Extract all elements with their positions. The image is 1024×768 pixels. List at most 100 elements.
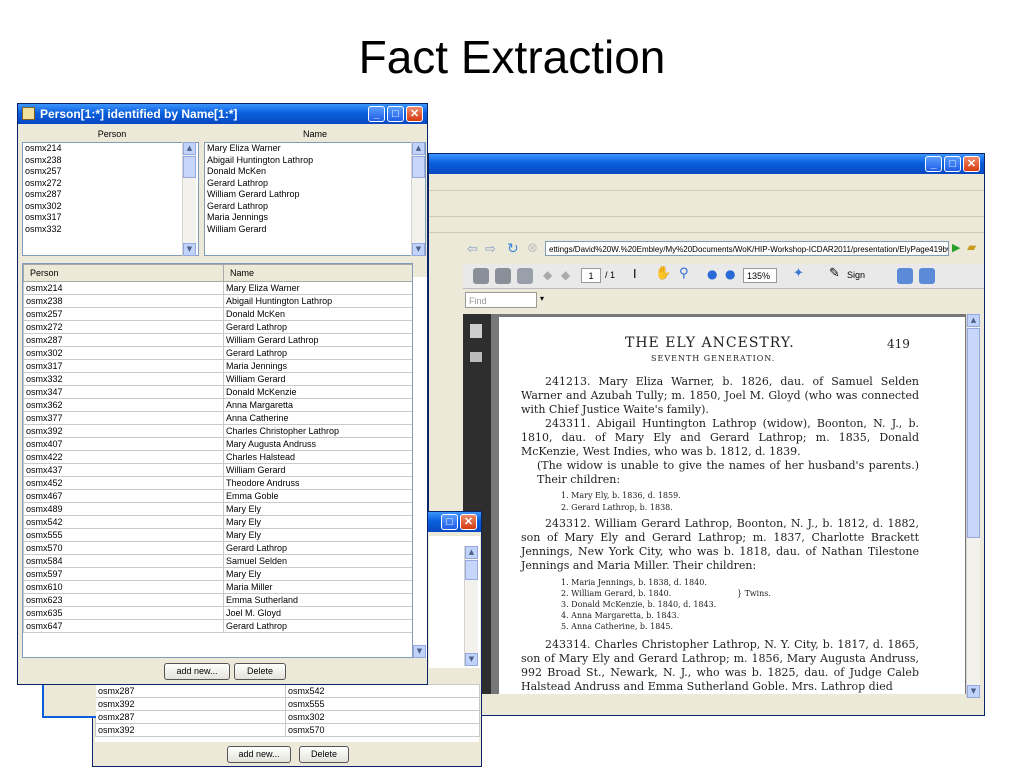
sign-button[interactable]: Sign (847, 270, 865, 280)
add-new-button[interactable]: add new... (164, 663, 230, 680)
table-cell[interactable]: osmx467 (23, 489, 224, 503)
list-item[interactable]: Gerard Lathrop (205, 178, 425, 190)
scroll-down-icon[interactable]: ▼ (412, 243, 425, 256)
table-row[interactable]: osmx287 osmx302 (95, 710, 480, 724)
table-cell[interactable]: osmx257 (23, 307, 224, 321)
table-cell[interactable]: osmx542 (23, 515, 224, 529)
person-list-scrollbar[interactable]: ▲ ▼ (182, 142, 196, 256)
pdf-window-titlebar[interactable]: _ □ ✕ (429, 154, 984, 174)
table-cell[interactable]: osmx332 (23, 372, 224, 386)
table-cell[interactable]: Joel M. Gloyd (223, 606, 412, 620)
list-item[interactable]: Gerard Lathrop (205, 201, 425, 213)
table-cell[interactable]: osmx347 (23, 385, 224, 399)
table-row[interactable]: osmx287 William Gerard Lathrop (23, 333, 412, 347)
table-cell[interactable]: Gerard Lathrop (223, 619, 412, 633)
table-cell[interactable]: osmx623 (23, 593, 224, 607)
delete-button[interactable]: Delete (299, 746, 349, 763)
table-row[interactable]: osmx555 Mary Ely (23, 528, 412, 542)
list-item[interactable]: Donald McKen (205, 166, 425, 178)
table-row[interactable]: osmx257 Donald McKen (23, 307, 412, 321)
table-cell[interactable]: osmx422 (23, 450, 224, 464)
table-cell[interactable]: Anna Margaretta (223, 398, 412, 412)
table-cell[interactable]: Mary Augusta Andruss (223, 437, 412, 451)
table-cell[interactable]: Gerard Lathrop (223, 346, 412, 360)
forward-icon[interactable]: ⇨ (485, 242, 496, 257)
table-cell[interactable]: Charles Halstead (223, 450, 412, 464)
table-cell[interactable]: Anna Catherine (223, 411, 412, 425)
table-cell[interactable]: osmx214 (23, 281, 224, 295)
table-cell[interactable]: Mary Ely (223, 528, 412, 542)
table-cell[interactable]: osmx570 (285, 723, 480, 737)
table-cell[interactable]: osmx377 (23, 411, 224, 425)
close-button[interactable]: ✕ (460, 514, 477, 530)
zoom-in-icon[interactable]: ● (725, 267, 735, 281)
scroll-down-icon[interactable]: ▼ (967, 685, 980, 698)
scroll-thumb[interactable] (183, 156, 196, 178)
name-list[interactable]: Mary Eliza Warner Abigail Huntington Lath… (204, 142, 426, 256)
table-row[interactable]: osmx452 Theodore Andruss (23, 476, 412, 490)
table-cell[interactable]: osmx407 (23, 437, 224, 451)
table-cell[interactable]: Mary Ely (223, 515, 412, 529)
table-cell[interactable]: William Gerard Lathrop (223, 333, 412, 347)
pages-panel-icon[interactable] (470, 324, 482, 338)
name-list-scrollbar[interactable]: ▲ ▼ (411, 142, 425, 256)
table-cell[interactable]: William Gerard (223, 463, 412, 477)
scroll-up-icon[interactable]: ▲ (412, 142, 425, 155)
table-scrollbar[interactable]: ▼ (413, 277, 427, 658)
table-row[interactable]: osmx392 osmx570 (95, 723, 480, 737)
table-cell[interactable]: Maria Miller (223, 580, 412, 594)
table-cell[interactable]: osmx489 (23, 502, 224, 516)
scroll-up-icon[interactable]: ▲ (967, 314, 980, 327)
list-item[interactable]: Maria Jennings (205, 212, 425, 224)
table-cell[interactable]: osmx287 (95, 684, 286, 698)
table-cell[interactable]: osmx287 (95, 710, 286, 724)
document-scrollbar[interactable]: ▲ ▼ (966, 314, 980, 698)
table-row[interactable]: osmx570 Gerard Lathrop (23, 541, 412, 555)
table-cell[interactable]: osmx555 (23, 528, 224, 542)
page-number-input[interactable]: 1 (581, 268, 601, 283)
table-row[interactable]: osmx635 Joel M. Gloyd (23, 606, 412, 620)
table-cell[interactable]: osmx542 (285, 684, 480, 698)
relationship-window-titlebar[interactable]: □ ✕ (425, 512, 481, 532)
table-cell[interactable]: Gerard Lathrop (223, 541, 412, 555)
maximize-button[interactable]: □ (387, 106, 404, 122)
table-row[interactable]: osmx272 Gerard Lathrop (23, 320, 412, 334)
list-item[interactable]: osmx302 (23, 201, 198, 213)
minimize-button[interactable]: _ (368, 106, 385, 122)
next-page-icon[interactable]: ◆ (561, 268, 570, 282)
email-icon[interactable] (517, 268, 533, 284)
zoom-out-icon[interactable]: ● (707, 267, 717, 281)
table-cell[interactable]: osmx452 (23, 476, 224, 490)
maximize-button[interactable]: □ (944, 156, 961, 172)
table-row[interactable]: osmx377 Anna Catherine (23, 411, 412, 425)
table-cell[interactable]: osmx597 (23, 567, 224, 581)
table-cell[interactable]: osmx570 (23, 541, 224, 555)
table-cell[interactable]: osmx362 (23, 398, 224, 412)
table-row[interactable]: osmx647 Gerard Lathrop (23, 619, 412, 633)
find-dropdown-icon[interactable]: ▾ (540, 294, 544, 303)
select-tool-icon[interactable]: I (633, 267, 637, 281)
table-cell[interactable]: osmx555 (285, 697, 480, 711)
hand-tool-icon[interactable]: ✋ (655, 266, 671, 281)
table-row[interactable]: osmx392 osmx555 (95, 697, 480, 711)
table-cell[interactable]: Mary Ely (223, 502, 412, 516)
table-row[interactable]: osmx467 Emma Goble (23, 489, 412, 503)
prev-page-icon[interactable]: ◆ (543, 268, 552, 282)
list-item[interactable]: Mary Eliza Warner (205, 143, 425, 155)
table-row[interactable]: osmx422 Charles Halstead (23, 450, 412, 464)
list-item[interactable]: Abigail Huntington Lathrop (205, 155, 425, 167)
table-cell[interactable]: osmx317 (23, 359, 224, 373)
table-row[interactable]: osmx362 Anna Margaretta (23, 398, 412, 412)
list-item[interactable]: osmx257 (23, 166, 198, 178)
table-cell[interactable]: osmx238 (23, 294, 224, 308)
find-input[interactable]: Find (465, 292, 537, 308)
table-cell[interactable]: Charles Christopher Lathrop (223, 424, 412, 438)
table-row[interactable]: osmx597 Mary Ely (23, 567, 412, 581)
sign-pen-icon[interactable]: ✎ (829, 266, 840, 281)
list-item[interactable]: osmx332 (23, 224, 198, 236)
table-row[interactable]: osmx302 Gerard Lathrop (23, 346, 412, 360)
zoom-level-select[interactable]: 135% (743, 268, 777, 283)
table-cell[interactable]: Mary Eliza Warner (223, 281, 412, 295)
list-item[interactable]: William Gerard (205, 224, 425, 236)
list-item[interactable]: osmx214 (23, 143, 198, 155)
